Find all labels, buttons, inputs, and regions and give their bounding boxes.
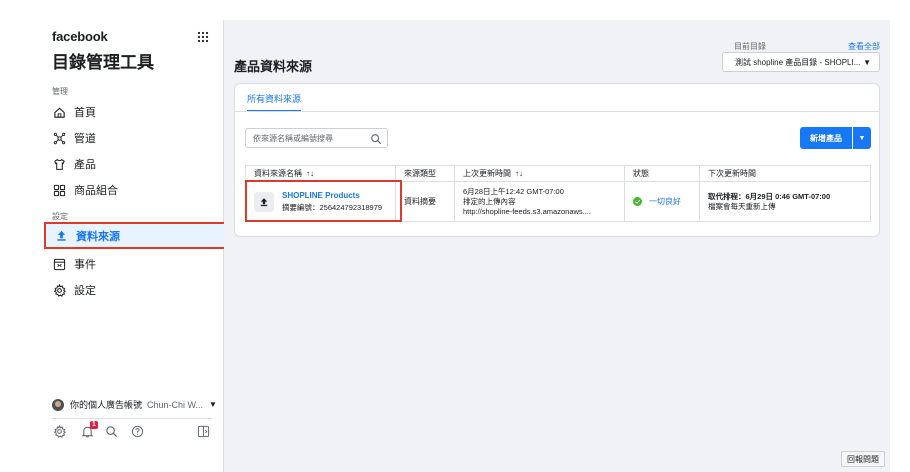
- sidebar-item-label: 產品: [74, 159, 96, 171]
- add-products-dropdown[interactable]: ▼: [853, 127, 871, 149]
- gear-icon: [52, 283, 66, 297]
- report-problem-button[interactable]: 回報問題: [841, 451, 885, 467]
- catalog-selector[interactable]: 測試 shopline 產品目錄 - SHOPLI... ▼: [722, 52, 880, 72]
- sidebar-item-label: 商品組合: [74, 185, 118, 197]
- panel-toggle-icon[interactable]: [196, 424, 210, 438]
- status-text[interactable]: 一切良好: [649, 196, 681, 207]
- sidebar-item-label: 管道: [74, 133, 96, 145]
- account-name: Chun-Chi W...: [147, 399, 204, 410]
- sidebar-item-label: 設定: [74, 285, 96, 297]
- last-update-method: 排定的上傳內容: [463, 196, 516, 206]
- avatar: [52, 398, 64, 411]
- sidebar-item-label: 資料來源: [76, 230, 120, 243]
- add-products-button[interactable]: 新增產品: [800, 127, 852, 149]
- search-icon[interactable]: [104, 424, 118, 438]
- channels-icon: [52, 131, 66, 145]
- sidebar-item-label: 事件: [74, 259, 96, 271]
- divider: [52, 418, 212, 419]
- column-header-last-update[interactable]: 上次更新時間 ↑↓: [454, 165, 625, 182]
- shirt-icon: [52, 157, 66, 171]
- catalog-label: 目前目錄: [734, 42, 766, 51]
- bell-icon[interactable]: 1: [80, 421, 98, 438]
- upload-icon: [54, 229, 68, 243]
- ad-account-switcher[interactable]: 你的個人廣告帳號 Chun-Chi W... ▼: [52, 398, 217, 411]
- data-sources-card: 所有資料來源 新增產品 ▼ 資料來源名稱↑↓ 來源類型 上次更新時間↑↓ 狀態 …: [234, 83, 880, 237]
- tab-all-sources[interactable]: 所有資料來源: [247, 92, 302, 112]
- column-header-status: 狀態: [624, 165, 700, 182]
- view-all-link[interactable]: 查看全部: [848, 41, 880, 52]
- bottom-toolbar: 1: [52, 421, 212, 440]
- data-sources-table: 資料來源名稱 ↑↓ 來源類型 上次更新時間 ↑↓ 狀態 下次更新時間 SHOPL…: [245, 165, 871, 222]
- help-icon[interactable]: [130, 424, 144, 438]
- section-label-settings: 設定: [52, 212, 68, 221]
- sidebar-item-home[interactable]: 首頁: [44, 100, 220, 124]
- main-content: 目前目錄 查看全部 測試 shopline 產品目錄 - SHOPLI... ▼…: [224, 20, 890, 472]
- section-label-manage: 管理: [52, 87, 68, 96]
- tab-divider: [235, 111, 879, 112]
- status-cell: 一切良好: [624, 181, 700, 222]
- sidebar-item-events[interactable]: 事件: [44, 252, 220, 276]
- events-icon: [52, 257, 66, 271]
- account-label: 你的個人廣告帳號: [70, 400, 143, 410]
- catalog-value: 測試 shopline 產品目錄 - SHOPLI...: [735, 57, 861, 67]
- upload-icon: [254, 191, 274, 212]
- next-update-cell: 取代排程：6月29日 0:46 GMT-07:00 檔案會每天重新上傳: [699, 181, 871, 222]
- source-type-cell: 資料摘要: [395, 181, 455, 222]
- facebook-logo[interactable]: facebook: [52, 29, 108, 44]
- table-row: SHOPLINE Products 摘要編號：256424792318979 資…: [245, 180, 871, 222]
- caret-down-icon: ▼: [209, 400, 217, 409]
- sidebar-item-channels[interactable]: 管道: [44, 126, 220, 150]
- search-icon[interactable]: [370, 132, 382, 150]
- last-update-time: 6月28日上午12:42 GMT-07:00: [463, 186, 564, 196]
- column-header-name[interactable]: 資料來源名稱 ↑↓: [245, 165, 396, 182]
- top-strip: [0, 0, 910, 20]
- caret-down-icon: ▼: [858, 134, 866, 142]
- sidebar-item-product-sets[interactable]: 商品組合: [44, 178, 220, 202]
- next-update-note: 檔案會每天重新上傳: [708, 201, 776, 211]
- search-box: [245, 128, 388, 148]
- sidebar-item-settings[interactable]: 設定: [44, 278, 220, 302]
- feed-id: 摘要編號：256424792318979: [282, 202, 383, 212]
- sort-icon: ↑↓: [515, 169, 523, 178]
- sidebar: facebook 目錄管理工具 管理 首頁 管道 產品 商品組合 設定 資料來源…: [40, 20, 226, 472]
- gear-icon[interactable]: [52, 424, 66, 438]
- column-header-next-update: 下次更新時間: [699, 165, 871, 182]
- sidebar-item-label: 首頁: [74, 107, 96, 119]
- table-header-row: 資料來源名稱 ↑↓ 來源類型 上次更新時間 ↑↓ 狀態 下次更新時間: [245, 165, 871, 182]
- page-title: 產品資料來源: [234, 59, 313, 74]
- sort-icon: ↑↓: [306, 169, 314, 178]
- last-update-cell: 6月28日上午12:42 GMT-07:00 排定的上傳內容 http://sh…: [454, 181, 625, 222]
- last-update-url: http://shopline-feeds.s3.amazonaws....: [463, 206, 591, 216]
- next-update-schedule: 取代排程：6月29日 0:46 GMT-07:00: [708, 191, 831, 201]
- source-name-cell: SHOPLINE Products 摘要編號：256424792318979: [245, 180, 402, 222]
- sidebar-item-products[interactable]: 產品: [44, 152, 220, 176]
- sidebar-item-data-sources[interactable]: 資料來源: [44, 222, 226, 249]
- check-circle-icon: [633, 197, 642, 206]
- search-input[interactable]: [253, 133, 371, 143]
- notification-badge: 1: [90, 421, 98, 429]
- caret-down-icon: ▼: [863, 58, 871, 67]
- column-header-type: 來源類型: [395, 165, 455, 182]
- apps-grid-icon[interactable]: [196, 30, 210, 44]
- home-icon: [52, 105, 66, 119]
- source-name-link[interactable]: SHOPLINE Products: [282, 191, 382, 200]
- grid-icon: [52, 183, 66, 197]
- app-title: 目錄管理工具: [52, 53, 154, 72]
